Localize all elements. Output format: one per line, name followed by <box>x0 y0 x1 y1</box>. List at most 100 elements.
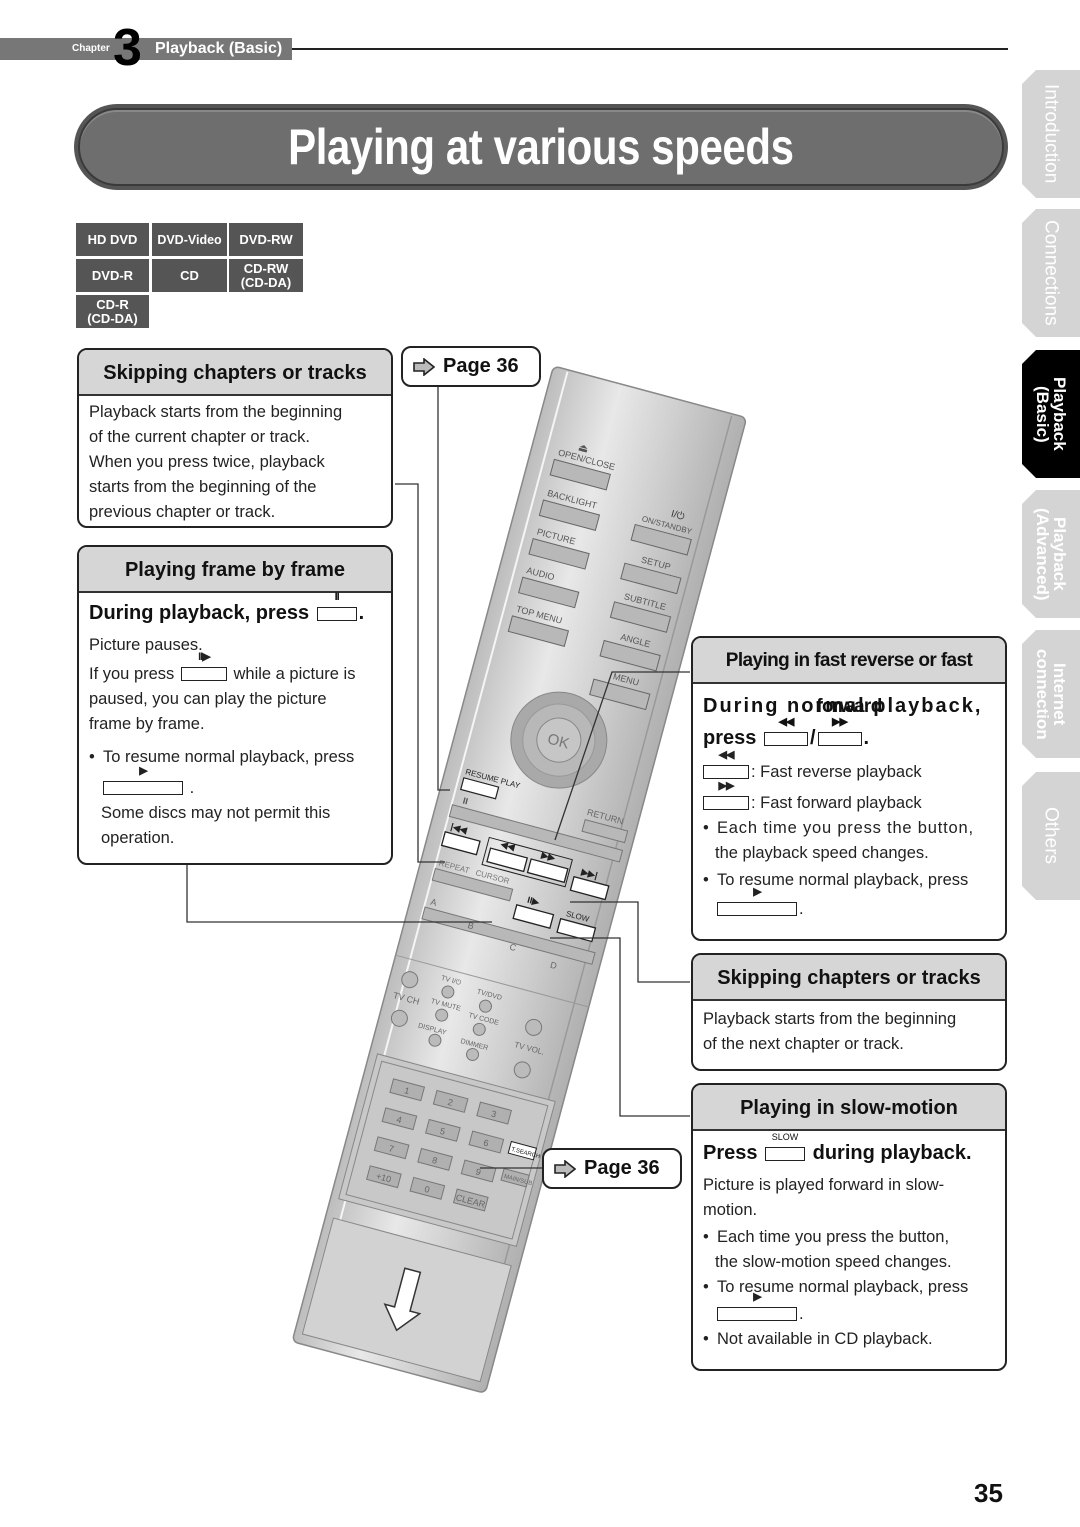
frame-advance-icon: II▶ <box>198 651 211 663</box>
side-tab-playback-basic[interactable]: Playback (Basic) <box>1022 350 1080 478</box>
ok-label: OK <box>546 731 571 753</box>
slow-button <box>556 917 597 943</box>
skip-next-line: Playback starts from the beginning <box>703 1010 957 1028</box>
tv-ch-label: TV CH <box>392 990 421 1007</box>
frame-advance-icon: II▶ <box>526 895 541 908</box>
keypad-key-label: 6 <box>482 1138 489 1149</box>
on-standby-button <box>630 523 692 556</box>
keypad-key-label: 8 <box>431 1155 438 1166</box>
fast-fwd-row: ▶▶: Fast forward playback <box>703 780 995 816</box>
dimmer-button <box>466 1047 480 1061</box>
pause-play-bar <box>448 804 624 863</box>
tv-dvd-label: TV/DVD <box>476 989 503 1002</box>
tv-mute-label: TV MUTE <box>430 998 462 1013</box>
keypad-key-label: 9 <box>475 1167 482 1178</box>
cursor-label: CURSOR <box>475 868 511 886</box>
menu-button <box>589 678 651 711</box>
fast-box: Playing in fast reverse or fast forward … <box>691 636 1007 941</box>
tv-power-label: TV I/⏻ <box>440 974 462 987</box>
fast-forward-button <box>526 858 569 884</box>
pause-icon: II <box>462 796 469 807</box>
setup-label: SETUP <box>640 555 672 572</box>
side-tab-introduction[interactable]: Introduction <box>1022 70 1080 198</box>
fast-resume-key-row: ▶. <box>703 886 995 922</box>
skip-back-icon: |◀◀ <box>450 821 469 835</box>
side-tab-connections[interactable]: Connections <box>1022 209 1080 337</box>
disc-badge-hd-dvd: HD DVD <box>76 223 149 256</box>
disc-badge-cd-rw: CD-RW (CD-DA) <box>229 259 303 292</box>
keypad-key-9 <box>460 1159 497 1183</box>
angle-button <box>599 639 661 672</box>
fast-reverse-button <box>486 847 529 873</box>
on-standby-label: ON/STANDBY <box>641 514 694 536</box>
picture-button <box>528 537 590 570</box>
page-ref-top[interactable]: Page 36 <box>401 346 541 387</box>
skip-forward-button <box>569 875 610 901</box>
tv-ch-down-button <box>390 1009 408 1027</box>
page-ref-bottom[interactable]: Page 36 <box>542 1148 682 1189</box>
skip-back-button <box>440 831 481 856</box>
audio-button <box>518 576 580 609</box>
chapter-label: Chapter <box>72 43 110 54</box>
slow-label: SLOW <box>565 909 591 924</box>
audio-label: AUDIO <box>525 565 555 582</box>
page-number: 35 <box>974 1478 1003 1508</box>
frame-p1: Picture pauses. <box>89 636 203 654</box>
fast-forward-icon: ▶▶ <box>832 716 848 728</box>
tv-dvd-button <box>478 999 492 1013</box>
side-tab-others[interactable]: Others <box>1022 772 1080 900</box>
tv-mute-button <box>435 1008 449 1022</box>
subtitle-label: SUBTITLE <box>623 591 667 612</box>
skip-prev-heading: Skipping chapters or tracks <box>79 350 391 396</box>
side-tab-playback-advanced[interactable]: Playback (Advanced) <box>1022 490 1080 618</box>
menu-label: MENU <box>612 671 640 688</box>
keypad-key-1 <box>389 1078 426 1102</box>
header-rule <box>292 48 1008 50</box>
leader-slow <box>550 937 690 1117</box>
leader-skip-back <box>395 483 445 863</box>
slow-p1: Picture is played forward in slow- <box>703 1176 945 1194</box>
top-menu-label: TOP MENU <box>515 604 563 626</box>
right-arrow-icon <box>413 357 435 376</box>
right-arrow-icon <box>554 1159 576 1178</box>
tv-ch-up-button <box>401 971 419 989</box>
keypad-key-label: 5 <box>439 1126 446 1137</box>
page-ref-top-label: Page 36 <box>443 355 519 377</box>
tv-code-button <box>472 1022 486 1036</box>
frame-by-frame-heading: Playing frame by frame <box>79 547 391 593</box>
keypad-key-0 <box>409 1176 446 1200</box>
tv-vol-label: TV VOL. <box>513 1040 545 1057</box>
side-tab-internet-connection[interactable]: Internet connection <box>1022 630 1080 758</box>
keypad-key-label: 4 <box>395 1114 402 1125</box>
skip-prev-line: Playback starts from the beginning <box>89 403 343 421</box>
slow-p1: motion. <box>703 1201 758 1219</box>
rewind-icon: ◀◀ <box>499 839 517 853</box>
skip-next-line: of the next chapter or track. <box>703 1035 904 1053</box>
page-title: Playing at various speeds <box>288 119 794 175</box>
top-menu-button <box>507 615 570 647</box>
leader-skip-next <box>570 901 690 983</box>
disc-badge-dvd-rw: DVD-RW <box>229 223 303 256</box>
resume-play-label: RESUME PLAY <box>464 767 521 790</box>
c-label: C <box>508 942 517 953</box>
skip-next-heading: Skipping chapters or tracks <box>693 955 1005 1001</box>
play-icon: ▶ <box>139 765 147 777</box>
frame-note: Some discs may not permit this <box>101 804 331 822</box>
d-label: D <box>549 960 558 971</box>
return-button <box>581 819 629 844</box>
slow-key-label: SLOW <box>771 1132 799 1142</box>
setup-button <box>620 562 682 595</box>
keypad-area <box>338 1053 556 1247</box>
main-sub-button <box>500 1167 530 1188</box>
fast-bullet-1-cont: the playback speed changes. <box>715 844 929 862</box>
skip-forward-icon: ▶▶| <box>579 866 598 880</box>
keypad-key-2 <box>432 1089 469 1113</box>
disc-badge-cd-r: CD-R (CD-DA) <box>76 295 149 328</box>
rev-fwd-group <box>481 836 573 888</box>
picture-label: PICTURE <box>536 527 577 547</box>
slide-down-arrow-icon <box>383 1267 422 1332</box>
direction-ring <box>510 691 608 789</box>
return-label: RETURN <box>586 807 625 826</box>
angle-label: ANGLE <box>619 632 651 650</box>
resume-play-button <box>460 777 500 800</box>
